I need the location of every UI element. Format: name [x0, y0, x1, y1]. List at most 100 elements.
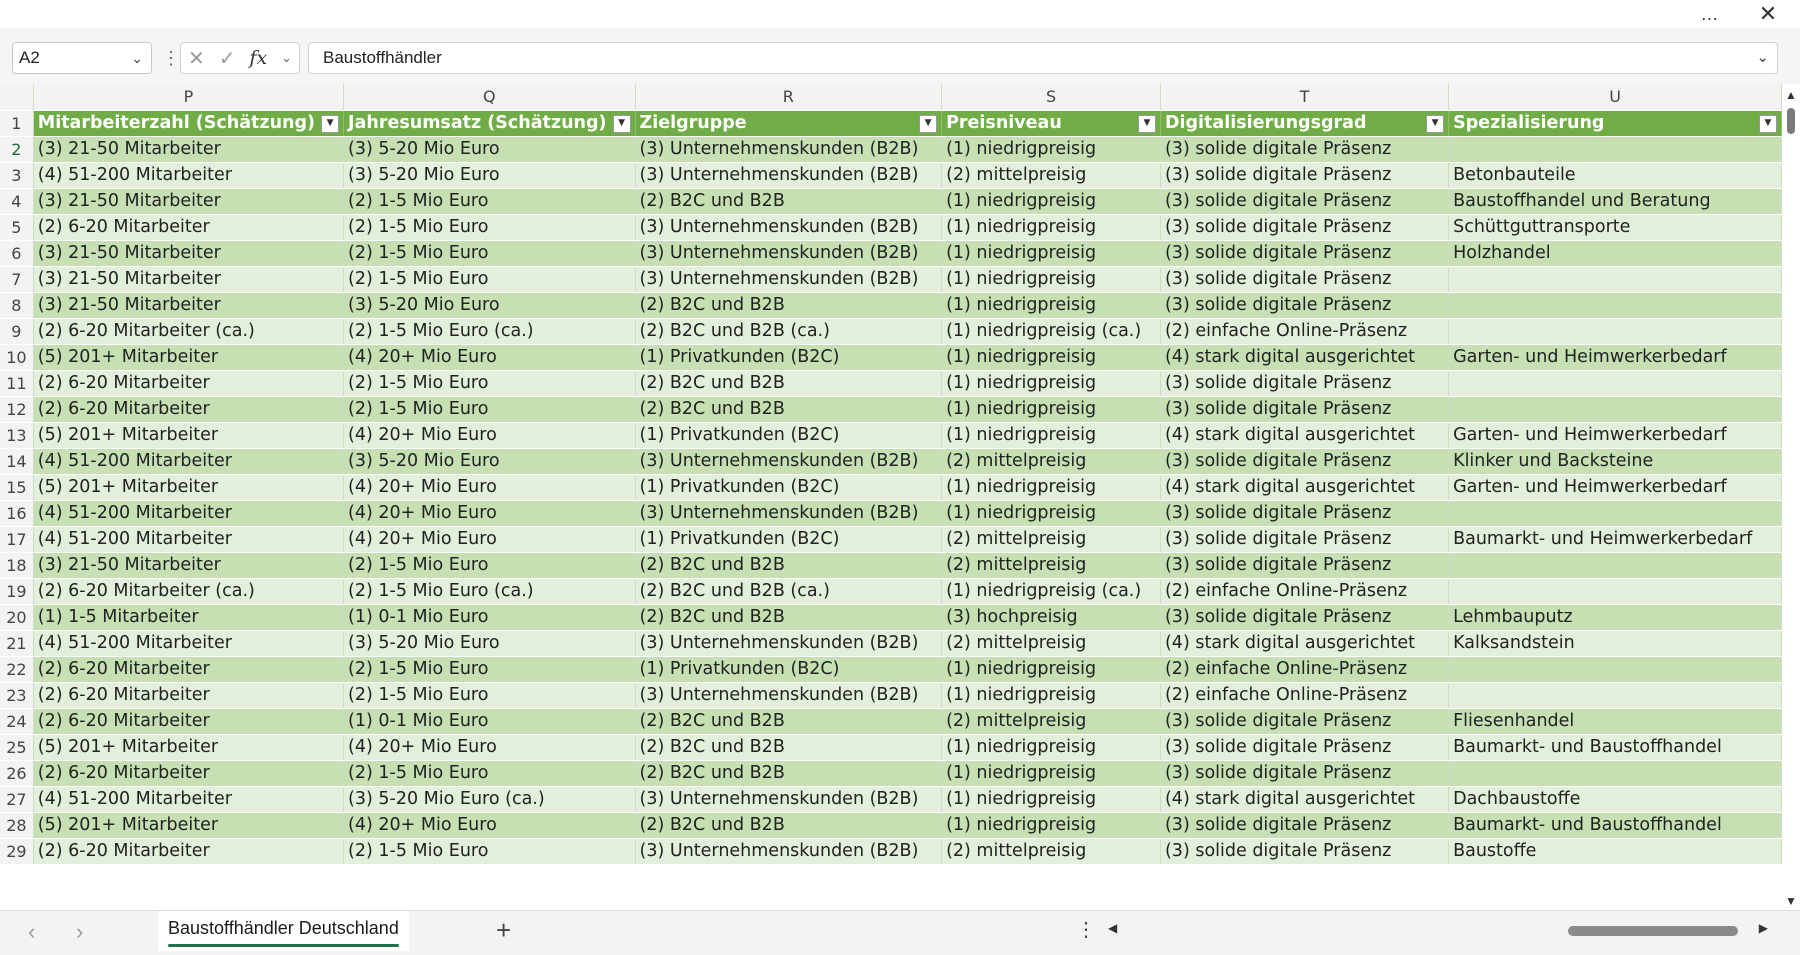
table-cell[interactable]: (5) 201+ Mitarbeiter [33, 422, 345, 449]
table-cell[interactable]: (3) 21-50 Mitarbeiter [33, 266, 345, 293]
table-cell[interactable]: (2) 1-5 Mio Euro [343, 552, 636, 579]
table-cell[interactable] [1448, 656, 1782, 683]
table-cell[interactable]: (3) Unternehmenskunden (B2B) [635, 214, 943, 241]
row-header[interactable]: 23 [0, 682, 34, 709]
table-cell[interactable]: (5) 201+ Mitarbeiter [33, 344, 345, 371]
table-cell[interactable]: (3) solide digitale Präsenz [1160, 136, 1450, 163]
filter-dropdown-icon[interactable]: ▼ [919, 114, 938, 133]
table-cell[interactable]: Baumarkt- und Heimwerkerbedarf [1448, 526, 1782, 553]
table-cell[interactable]: (2) 6-20 Mitarbeiter (ca.) [33, 578, 345, 605]
table-cell[interactable]: (1) niedrigpreisig [941, 266, 1161, 293]
table-cell[interactable]: (2) B2C und B2B [635, 552, 943, 579]
table-cell[interactable]: Baumarkt- und Baustoffhandel [1448, 812, 1782, 839]
table-cell[interactable]: (1) niedrigpreisig [941, 786, 1161, 813]
horizontal-scrollbar[interactable]: ◀ ▶ [1108, 919, 1768, 943]
row-header[interactable]: 4 [0, 188, 34, 215]
table-cell[interactable]: (4) stark digital ausgerichtet [1160, 474, 1450, 501]
table-cell[interactable]: (3) 5-20 Mio Euro [343, 630, 636, 657]
filter-dropdown-icon[interactable]: ▼ [1426, 114, 1445, 133]
row-header[interactable]: 3 [0, 162, 34, 189]
table-cell[interactable]: (3) 5-20 Mio Euro [343, 448, 636, 475]
table-cell[interactable]: (1) niedrigpreisig [941, 812, 1161, 839]
table-cell[interactable]: (2) 1-5 Mio Euro [343, 656, 636, 683]
table-cell[interactable]: (4) 20+ Mio Euro [343, 526, 636, 553]
table-cell[interactable] [1448, 578, 1782, 605]
table-cell[interactable]: (3) 21-50 Mitarbeiter [33, 292, 345, 319]
table-cell[interactable]: (1) niedrigpreisig [941, 344, 1161, 371]
table-cell[interactable]: (4) 20+ Mio Euro [343, 734, 636, 761]
table-cell[interactable]: (2) B2C und B2B [635, 188, 943, 215]
row-header[interactable]: 24 [0, 708, 34, 735]
table-cell[interactable]: (1) niedrigpreisig [941, 682, 1161, 709]
add-sheet-icon[interactable]: + [496, 915, 511, 946]
table-cell[interactable]: (4) 51-200 Mitarbeiter [33, 786, 345, 813]
table-cell[interactable]: (1) 1-5 Mitarbeiter [33, 604, 345, 631]
table-cell[interactable]: (2) B2C und B2B (ca.) [635, 318, 943, 345]
table-cell[interactable]: Garten- und Heimwerkerbedarf [1448, 422, 1782, 449]
table-cell[interactable]: (2) 6-20 Mitarbeiter [33, 656, 345, 683]
row-header[interactable]: 12 [0, 396, 34, 423]
table-cell[interactable] [1448, 682, 1782, 709]
table-cell[interactable]: (1) niedrigpreisig [941, 474, 1161, 501]
column-header[interactable]: T [1160, 84, 1450, 111]
table-cell[interactable]: Holzhandel [1448, 240, 1782, 267]
table-cell[interactable]: (1) niedrigpreisig [941, 214, 1161, 241]
table-cell[interactable]: (2) einfache Online-Präsenz [1160, 682, 1450, 709]
table-cell[interactable]: (3) solide digitale Präsenz [1160, 812, 1450, 839]
table-cell[interactable]: (3) Unternehmenskunden (B2B) [635, 682, 943, 709]
table-cell[interactable]: Lehmbauputz [1448, 604, 1782, 631]
table-cell[interactable]: (3) solide digitale Präsenz [1160, 760, 1450, 787]
table-cell[interactable]: (1) Privatkunden (B2C) [635, 526, 943, 553]
row-header[interactable]: 28 [0, 812, 34, 839]
table-cell[interactable]: (4) 51-200 Mitarbeiter [33, 526, 345, 553]
table-cell[interactable]: (3) 5-20 Mio Euro (ca.) [343, 786, 636, 813]
table-cell[interactable]: Garten- und Heimwerkerbedarf [1448, 344, 1782, 371]
table-cell[interactable]: (3) solide digitale Präsenz [1160, 292, 1450, 319]
table-cell[interactable]: (4) stark digital ausgerichtet [1160, 630, 1450, 657]
table-cell[interactable]: Baustoffhandel und Beratung [1448, 188, 1782, 215]
table-cell[interactable]: (2) B2C und B2B [635, 708, 943, 735]
row-header[interactable]: 21 [0, 630, 34, 657]
table-cell[interactable] [1448, 396, 1782, 423]
table-cell[interactable] [1448, 136, 1782, 163]
table-cell[interactable]: (3) solide digitale Präsenz [1160, 370, 1450, 397]
table-cell[interactable]: (4) 20+ Mio Euro [343, 422, 636, 449]
table-cell[interactable]: (2) 6-20 Mitarbeiter [33, 760, 345, 787]
table-cell[interactable]: (1) niedrigpreisig [941, 500, 1161, 527]
table-cell[interactable]: (3) solide digitale Präsenz [1160, 552, 1450, 579]
insert-function-icon[interactable]: fx [249, 47, 267, 69]
column-header[interactable]: R [635, 84, 943, 111]
table-cell[interactable]: (3) solide digitale Präsenz [1160, 500, 1450, 527]
scroll-left-icon[interactable]: ◀ [1108, 921, 1117, 935]
table-cell[interactable]: (3) Unternehmenskunden (B2B) [635, 500, 943, 527]
table-cell[interactable]: (2) 6-20 Mitarbeiter [33, 682, 345, 709]
table-cell[interactable]: (2) 6-20 Mitarbeiter [33, 370, 345, 397]
row-header[interactable]: 29 [0, 838, 34, 865]
next-sheet-icon[interactable]: › [76, 919, 83, 945]
table-cell[interactable]: (2) einfache Online-Präsenz [1160, 578, 1450, 605]
column-header[interactable]: P [33, 84, 345, 111]
table-cell[interactable]: (5) 201+ Mitarbeiter [33, 734, 345, 761]
table-cell[interactable]: (2) 1-5 Mio Euro [343, 266, 636, 293]
table-cell[interactable]: (2) mittelpreisig [941, 448, 1161, 475]
table-cell[interactable]: (3) Unternehmenskunden (B2B) [635, 630, 943, 657]
chevron-down-icon[interactable]: ⌄ [131, 43, 143, 73]
table-cell[interactable]: (3) solide digitale Präsenz [1160, 604, 1450, 631]
table-cell[interactable] [1448, 552, 1782, 579]
table-cell[interactable]: (1) Privatkunden (B2C) [635, 422, 943, 449]
close-icon[interactable]: ✕ [1748, 0, 1788, 28]
table-cell[interactable]: (1) niedrigpreisig (ca.) [941, 578, 1161, 605]
table-cell[interactable]: (2) B2C und B2B [635, 734, 943, 761]
row-header[interactable]: 15 [0, 474, 34, 501]
table-cell[interactable]: (3) 21-50 Mitarbeiter [33, 136, 345, 163]
header-cell[interactable]: Spezialisierung ▼ [1448, 110, 1782, 137]
table-cell[interactable]: (3) hochpreisig [941, 604, 1161, 631]
row-header[interactable]: 11 [0, 370, 34, 397]
table-cell[interactable]: (3) solide digitale Präsenz [1160, 188, 1450, 215]
row-header[interactable]: 16 [0, 500, 34, 527]
table-cell[interactable]: (2) 6-20 Mitarbeiter [33, 214, 345, 241]
table-cell[interactable]: (4) stark digital ausgerichtet [1160, 344, 1450, 371]
table-cell[interactable]: (3) Unternehmenskunden (B2B) [635, 266, 943, 293]
scroll-right-icon[interactable]: ▶ [1759, 921, 1768, 935]
table-cell[interactable]: (2) B2C und B2B [635, 604, 943, 631]
